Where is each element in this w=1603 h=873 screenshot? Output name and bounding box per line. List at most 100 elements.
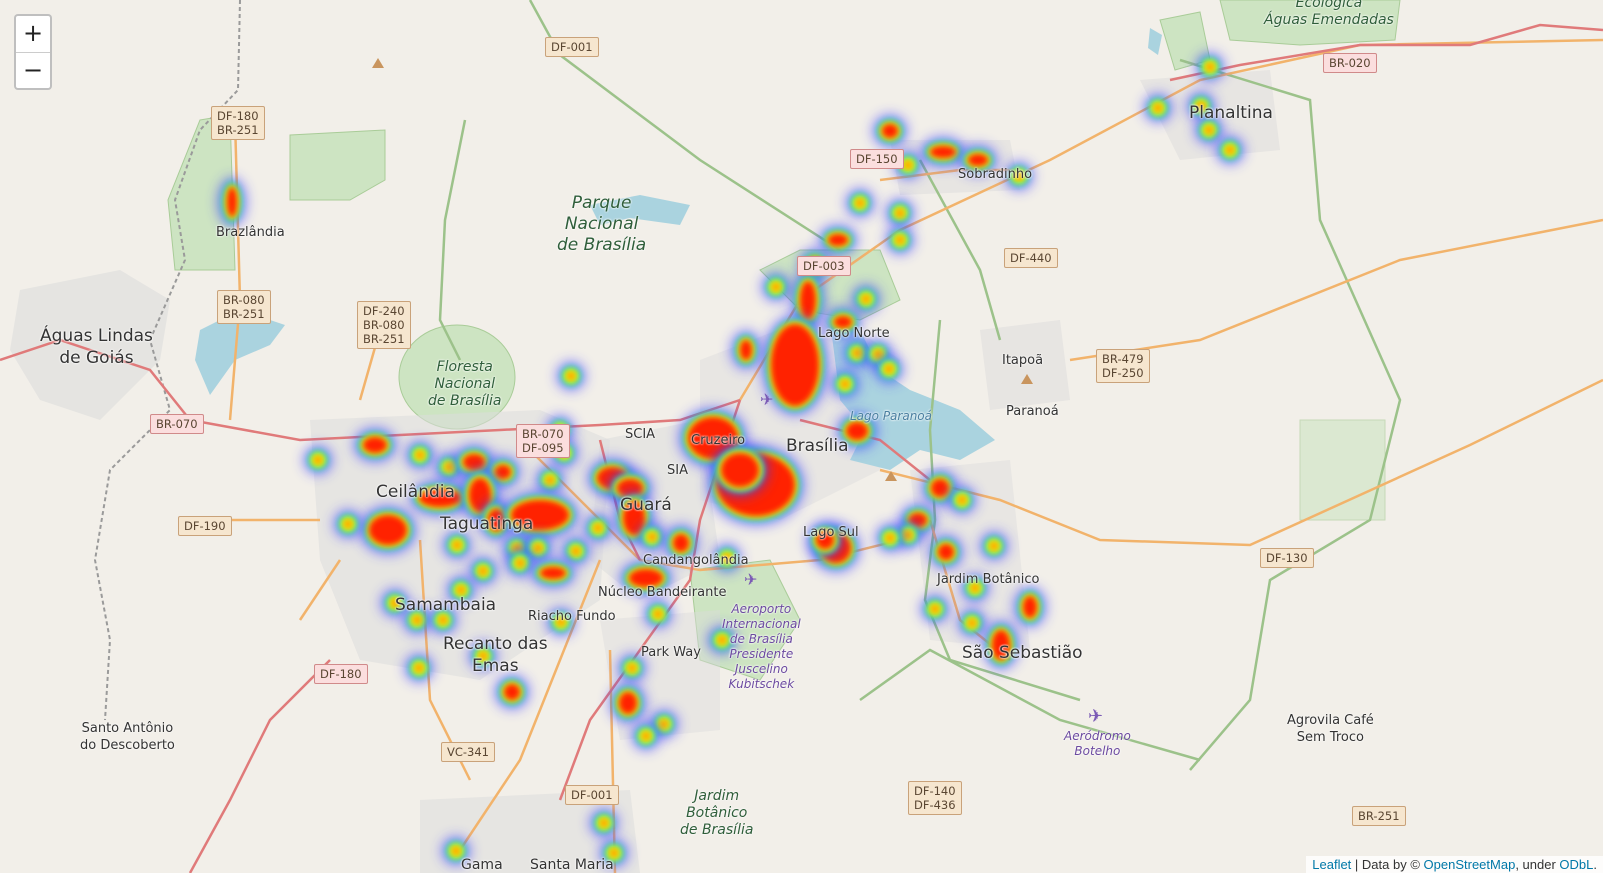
road-shield-br479-df250: BR-479 DF-250 [1096,349,1150,383]
heat-blob [227,187,237,217]
label-aguas-emendadas: Ecológica Águas Emendadas [1264,0,1394,28]
road-shield-df003: DF-003 [797,256,851,276]
heat-blob [661,721,667,727]
zoom-in-button[interactable]: + [16,16,50,53]
heat-blob [673,534,689,552]
road-shield-df001-south: DF-001 [565,785,619,805]
odbl-link[interactable]: ODbL [1559,857,1593,872]
heat-blob [611,850,617,856]
heat-blob [932,606,938,612]
label-sobradinho: Sobradinho [958,167,1033,182]
label-parque-nacional: Parque Nacional de Brasília [557,193,647,255]
heat-blob [363,437,387,453]
heat-blob [454,542,460,548]
label-taguatinga: Taguatinga [440,514,534,534]
heat-blob [905,532,911,538]
label-jardim-botanico-park: Jardim Botânico de Brasília [680,788,754,838]
osm-link[interactable]: OpenStreetMap [1424,857,1516,872]
zoom-control: + − [14,14,52,90]
heat-blob [1227,147,1233,153]
road-shield-br070-df095: BR-070 DF-095 [516,424,570,458]
heat-blob [463,454,485,470]
heat-blob [886,366,892,372]
heat-blob [905,162,911,168]
road-shield-br080-br251: BR-080 BR-251 [217,290,271,324]
airport-icon: ✈ [1088,706,1103,727]
label-park-way: Park Way [641,645,701,660]
attribution-separator: | Data by © [1351,857,1424,872]
heat-blob [828,234,848,246]
heat-blob [931,479,949,497]
road-shield-df001: DF-001 [545,37,599,57]
heat-blob [882,124,898,138]
label-paranoa: Paranoá [1006,404,1059,419]
label-samambaia: Samambaia [395,595,497,615]
heat-blob [863,296,869,302]
heat-blob [1023,596,1037,618]
airport-icon: ✈ [760,390,773,409]
heat-blob [1155,105,1161,111]
heat-blob [773,284,779,290]
road-shield-df240: DF-240 BR-080 BR-251 [357,301,411,349]
map-attribution: Leaflet | Data by © OpenStreetMap, under… [1306,856,1603,873]
label-santa-maria: Santa Maria [530,857,614,873]
airport-icon: ✈ [744,570,757,589]
heat-blob [740,340,752,360]
heat-blob [345,521,351,527]
label-santo-antonio: Santo Antônio do Descoberto [80,721,175,753]
label-scia: SCIA [625,427,656,442]
label-lago-paranoa: Lago Paranoá [850,409,932,423]
heat-blob [846,422,868,440]
road-shield-br251: BR-251 [1352,806,1406,826]
heat-blob [969,620,975,626]
heat-blob [875,351,881,357]
heat-blob [968,154,988,166]
label-aeroporto-brasilia: Aeroporto Internacional de Brasília Pres… [722,602,801,691]
heat-blob [416,665,422,671]
heat-blob [800,281,816,319]
heat-blob [414,617,420,623]
label-aguas-lindas: Águas Lindas de Goiás [40,326,153,368]
heat-blob [959,497,965,503]
heat-blob [897,237,903,243]
road-shield-br020: BR-020 [1323,53,1377,73]
heat-blob [417,452,423,458]
road-shield-df140-df436: DF-140 DF-436 [908,781,962,815]
label-cruzeiro: Cruzeiro [691,433,746,448]
road-shield-df440: DF-440 [1004,248,1058,268]
heat-blob [649,534,655,540]
heat-blob [991,543,997,549]
zoom-out-button[interactable]: − [16,53,50,89]
heat-blob [629,665,635,671]
heat-blob [535,545,541,551]
heat-blob [897,210,903,216]
road-shield-df180: DF-180 [314,664,368,684]
label-candangolandia: Candangolândia [643,553,749,568]
label-recanto-das-emas: Recanto das Emas [443,634,548,676]
heat-blob [547,477,553,483]
label-brazlandia: Brazlândia [216,225,285,240]
road-shield-df180-br251: DF-180 BR-251 [211,106,265,140]
heat-blob [440,617,446,623]
heat-blob [458,587,464,593]
heat-blob [369,515,407,545]
road-shield-df130: DF-130 [1260,548,1314,568]
heat-blob [938,544,954,560]
heat-blob [480,568,486,574]
heat-blob [446,464,452,470]
label-lago-sul: Lago Sul [803,525,859,540]
heat-blob [315,457,321,463]
heat-blob [771,324,819,406]
heat-blob [857,200,863,206]
label-gama: Gama [461,857,503,873]
label-aerodromo-botelho: Aeródromo Botelho [1064,729,1131,758]
heat-blob [1206,127,1212,133]
label-jardim-botanico: Jardim Botânico [937,572,1040,587]
heat-blob [540,567,566,579]
attribution-end: . [1593,857,1597,872]
leaflet-link[interactable]: Leaflet [1312,857,1351,872]
heat-blob [619,692,637,714]
heat-blob [842,381,848,387]
road-shield-df190: DF-190 [178,516,232,536]
heat-blob [573,548,579,554]
